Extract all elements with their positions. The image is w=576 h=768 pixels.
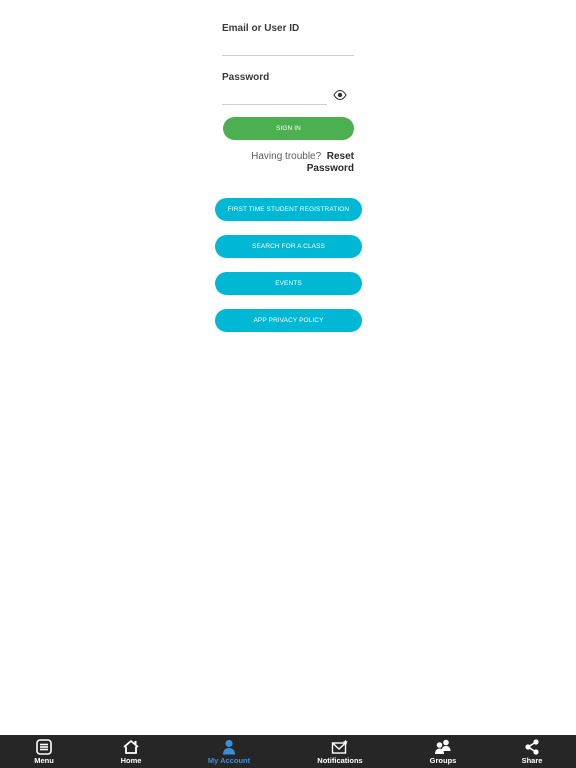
trouble-question: Having trouble?	[251, 151, 322, 162]
tab-home-label: Home	[120, 756, 142, 765]
search-class-button[interactable]: SEARCH FOR A CLASS	[215, 235, 362, 258]
tab-my-account-label: My Account	[207, 756, 251, 765]
password-label: Password	[222, 72, 270, 83]
tab-groups-label: Groups	[429, 756, 457, 765]
home-icon	[123, 740, 139, 754]
tab-my-account[interactable]: My Account	[204, 735, 254, 768]
tab-groups[interactable]: Groups	[423, 735, 463, 768]
trouble-text: Having trouble? Reset Password	[222, 151, 354, 175]
notifications-icon	[331, 739, 348, 754]
groups-icon	[435, 739, 451, 754]
show-password-eye-icon[interactable]	[333, 88, 347, 101]
password-input[interactable]	[222, 87, 326, 103]
password-underline	[222, 104, 327, 105]
email-underline	[222, 55, 354, 56]
sign-in-button[interactable]: SIGN IN	[223, 117, 354, 140]
tab-share-label: Share	[521, 756, 543, 765]
tab-share[interactable]: Share	[514, 735, 550, 768]
tab-menu[interactable]: Menu	[24, 735, 64, 768]
tab-menu-label: Menu	[34, 756, 54, 765]
share-icon	[525, 739, 539, 755]
bottom-tab-bar: Menu Home My Account Notifications Group…	[0, 735, 576, 768]
tab-home[interactable]: Home	[111, 735, 151, 768]
first-time-registration-button[interactable]: FIRST TIME STUDENT REGISTRATION	[215, 198, 362, 221]
privacy-policy-button[interactable]: APP PRIVACY POLICY	[215, 309, 362, 332]
email-input[interactable]	[222, 38, 353, 54]
events-button[interactable]: EVENTS	[215, 272, 362, 295]
tab-notifications[interactable]: Notifications	[313, 735, 367, 768]
email-label: Email or User ID	[222, 23, 300, 34]
tab-notifications-label: Notifications	[317, 756, 363, 765]
account-icon	[223, 739, 235, 755]
menu-icon	[36, 739, 52, 755]
